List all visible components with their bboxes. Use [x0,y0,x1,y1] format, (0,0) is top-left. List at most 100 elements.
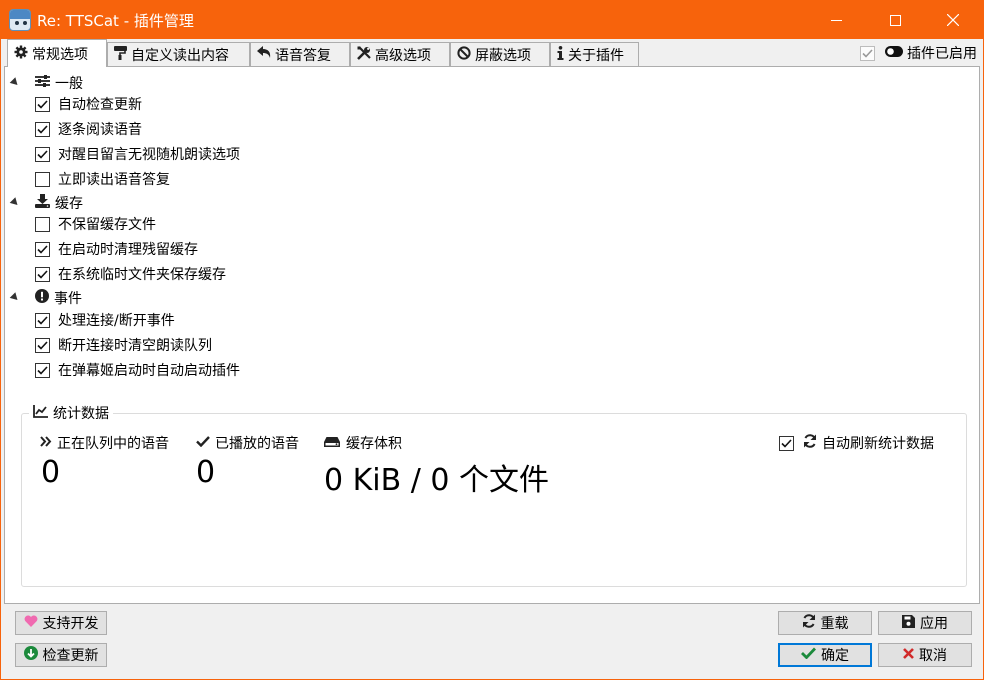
plugin-enabled-toggle[interactable]: 插件已启用 [860,43,977,63]
plugin-manager-window: Re: TTSCat - 插件管理 常规选项 自定义读出内容 语音答复 高级选项 [0,0,984,680]
button-label: 取消 [919,648,947,664]
auto-refresh-stats-toggle[interactable]: 自动刷新统计数据 [779,433,934,453]
sync-icon [802,614,821,632]
option-label: 不保留缓存文件 [58,217,156,233]
gear-icon [14,45,32,63]
save-icon [902,614,920,632]
expander-icon[interactable] [9,77,21,88]
reload-button[interactable]: 重载 [778,611,872,635]
stat-label-text: 已播放的语音 [215,436,299,452]
minimize-icon [830,11,842,30]
group-cache[interactable]: 缓存 [9,192,83,214]
button-label: 支持开发 [42,616,99,632]
tab-label: 屏蔽选项 [475,47,531,64]
general-options-panel: 一般 自动检查更新 逐条阅读语音 对醒目留言无视随机朗读选项 立即读出语音答复 … [4,66,980,604]
group-events[interactable]: 事件 [9,287,82,309]
button-label: 检查更新 [42,648,99,664]
ok-button[interactable]: 确定 [778,643,872,667]
option-label: 自动检查更新 [58,97,142,113]
minimize-button[interactable] [813,1,859,39]
option-label: 在系统临时文件夹保存缓存 [58,267,226,283]
option-label: 对醒目留言无视随机朗读选项 [58,147,240,163]
stat-queued-label: 正在队列中的语音 [40,433,169,453]
tab-voice-reply[interactable]: 语音答复 [250,42,350,66]
app-logo-icon [9,9,31,31]
button-label: 确定 [821,648,849,664]
group-title: 一般 [55,76,83,92]
option-label: 断开连接时清空朗读队列 [58,338,212,354]
check-icon [196,435,210,451]
tab-bar: 常规选项 自定义读出内容 语音答复 高级选项 屏蔽选项 关于插件 插件已启用 [1,39,983,67]
button-label: 应用 [920,616,948,632]
tab-custom-content[interactable]: 自定义读出内容 [107,42,250,66]
option-read-reply-immediately[interactable]: 立即读出语音答复 [35,168,170,190]
cancel-button[interactable]: 取消 [878,643,972,667]
exclamation-circle-icon [35,289,49,307]
window-title: Re: TTSCat - 插件管理 [37,12,194,30]
option-superchat-ignore-random[interactable]: 对醒目留言无视随机朗读选项 [35,143,240,165]
sync-icon [803,434,817,452]
group-title: 缓存 [55,196,83,212]
expander-icon[interactable] [9,292,21,303]
reply-icon [257,46,275,63]
maximize-button[interactable] [872,1,918,39]
statistics-title-label: 统计数据 [53,406,109,422]
option-auto-check-update[interactable]: 自动检查更新 [35,93,142,115]
tab-label: 语音答复 [275,47,331,64]
check-icon [801,647,821,663]
checkbox[interactable] [35,216,50,232]
download-icon [35,194,50,212]
close-icon [946,11,960,30]
double-chevron-right-icon [40,435,52,451]
apply-button[interactable]: 应用 [878,611,972,635]
auto-refresh-checkbox[interactable] [779,435,794,451]
tab-label: 高级选项 [375,47,431,64]
times-icon [903,647,919,663]
option-handle-connect-events[interactable]: 处理连接/断开事件 [35,309,175,331]
tab-about[interactable]: 关于插件 [550,42,639,66]
option-no-keep-cache[interactable]: 不保留缓存文件 [35,213,156,235]
tools-icon [357,45,375,64]
tab-general[interactable]: 常规选项 [7,39,107,67]
support-dev-button[interactable]: 支持开发 [15,611,107,635]
option-read-one-by-one[interactable]: 逐条阅读语音 [35,118,142,140]
expander-icon[interactable] [9,197,21,208]
option-label: 逐条阅读语音 [58,122,142,138]
statistics-title: 统计数据 [29,403,113,423]
checkbox[interactable] [35,266,50,282]
checkbox[interactable] [35,171,50,187]
checkbox[interactable] [35,337,50,353]
ban-icon [457,45,475,64]
title-bar[interactable]: Re: TTSCat - 插件管理 [1,1,983,39]
option-auto-start-plugin[interactable]: 在弹幕姬启动时自动启动插件 [35,359,240,381]
stat-label-text: 正在队列中的语音 [57,436,169,452]
checkbox[interactable] [35,362,50,378]
checkbox[interactable] [35,96,50,112]
stat-label-text: 缓存体积 [346,436,402,452]
checkbox[interactable] [35,146,50,162]
tab-advanced[interactable]: 高级选项 [350,42,450,66]
checkbox[interactable] [35,312,50,328]
option-clean-on-start[interactable]: 在启动时清理残留缓存 [35,238,198,260]
group-general[interactable]: 一般 [9,72,83,94]
option-clear-queue-on-disconnect[interactable]: 断开连接时清空朗读队列 [35,334,212,356]
sliders-icon [35,75,50,91]
close-button[interactable] [930,1,976,39]
arrow-down-circle-icon [23,646,43,664]
chart-line-icon [33,404,48,422]
info-icon [557,45,568,64]
checkbox[interactable] [35,121,50,137]
checkbox[interactable] [35,241,50,257]
option-label: 立即读出语音答复 [58,172,170,188]
option-temp-folder-cache[interactable]: 在系统临时文件夹保存缓存 [35,263,226,285]
heart-icon [24,615,43,631]
tab-block[interactable]: 屏蔽选项 [450,42,550,66]
tab-label: 自定义读出内容 [131,47,229,64]
tab-label: 常规选项 [32,46,88,63]
hdd-icon [324,435,340,451]
plugin-enabled-checkbox[interactable] [860,45,875,61]
stat-queued-value: 0 [41,455,61,490]
tab-label: 关于插件 [568,47,624,64]
check-update-button[interactable]: 检查更新 [15,643,107,667]
maximize-icon [889,11,901,30]
